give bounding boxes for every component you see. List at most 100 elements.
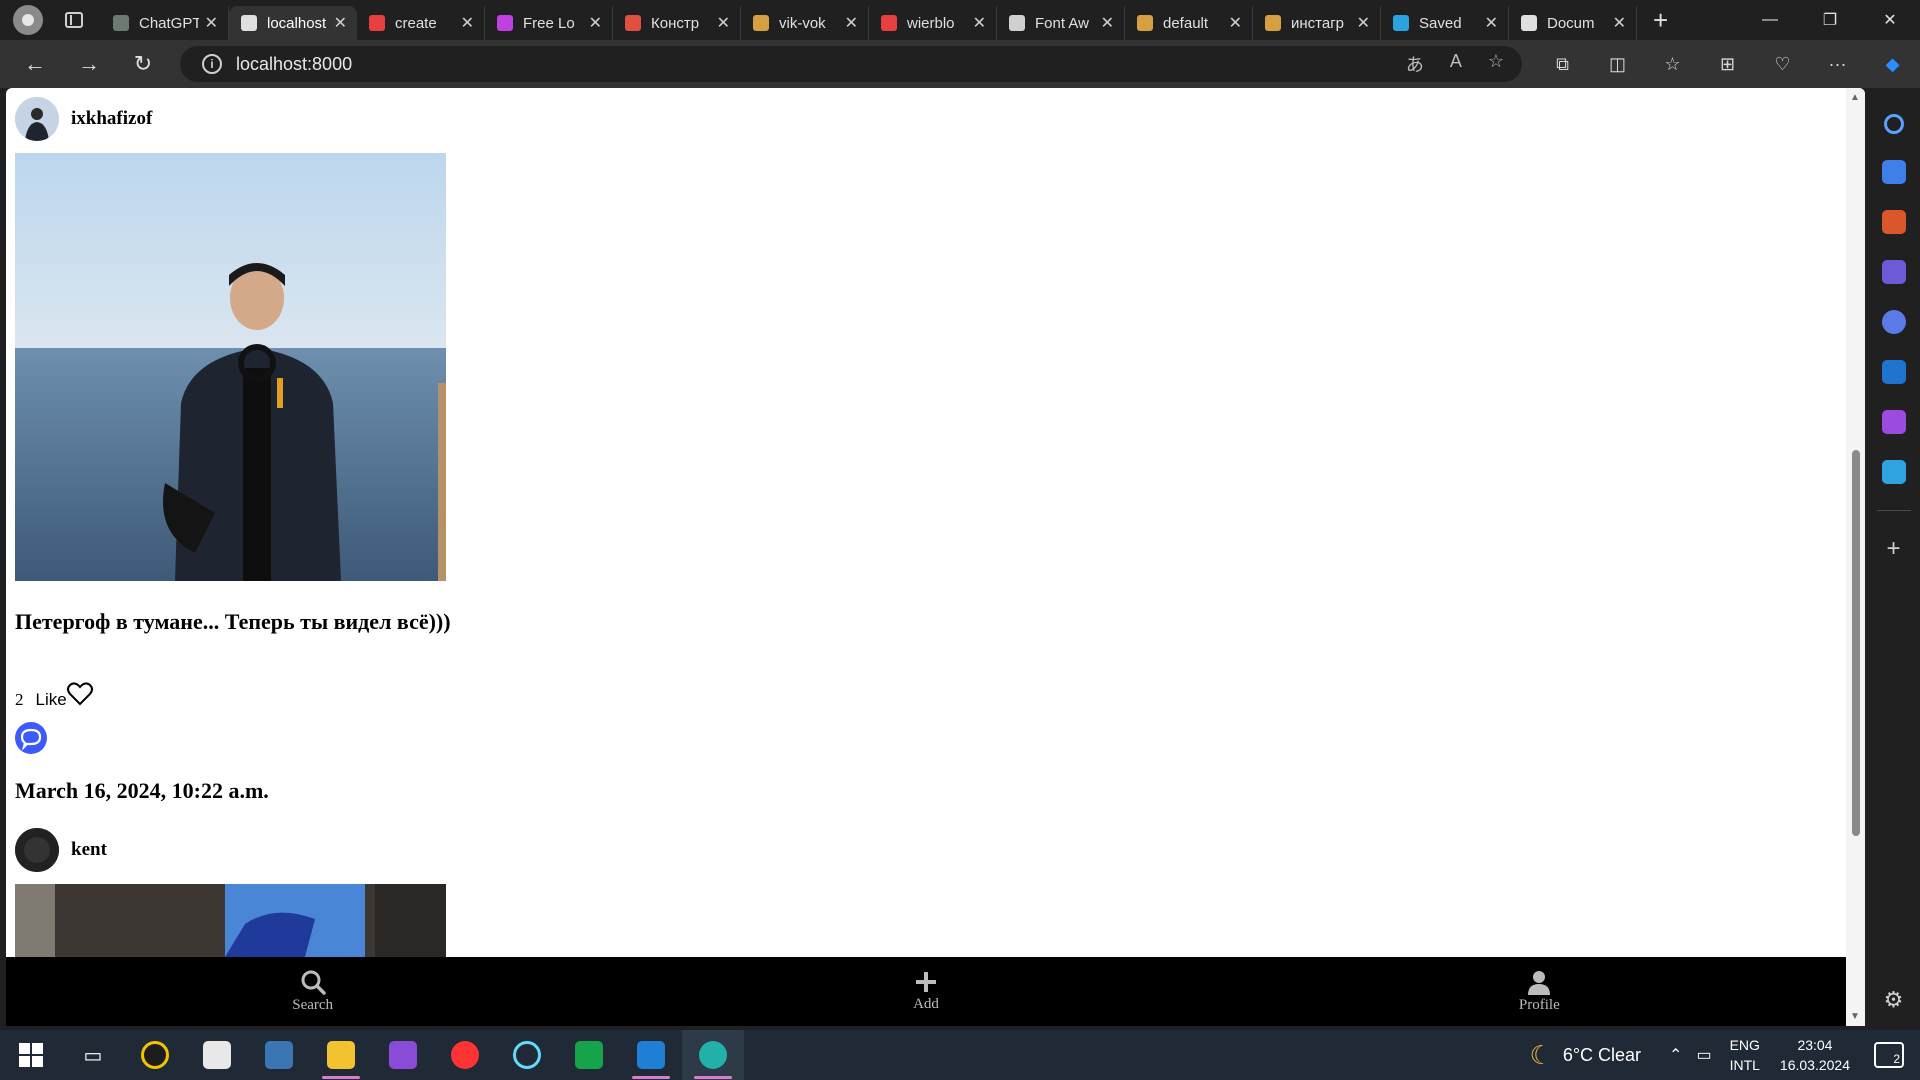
outlook-icon[interactable] bbox=[1881, 360, 1906, 384]
heart-icon[interactable] bbox=[66, 682, 93, 706]
settings-gear-icon[interactable]: ⚙ bbox=[1882, 988, 1906, 1012]
taskbar-app[interactable] bbox=[558, 1030, 620, 1080]
games-icon[interactable] bbox=[1881, 260, 1906, 284]
close-tab-icon[interactable]: ✕ bbox=[1613, 13, 1626, 33]
system-tray: ☾ 6°C Clear ⌃ ▭ ENG INTL 23:04 16.03.202… bbox=[1530, 1030, 1920, 1080]
nav-search[interactable]: Search bbox=[6, 957, 619, 1026]
nav-profile[interactable]: Profile bbox=[1233, 957, 1846, 1026]
taskbar-app[interactable] bbox=[372, 1030, 434, 1080]
scrollbar-thumb[interactable] bbox=[1852, 450, 1860, 836]
language-indicator[interactable]: ENG INTL bbox=[1730, 1035, 1760, 1075]
search-icon[interactable] bbox=[1883, 114, 1904, 134]
copilot-icon[interactable]: ◆ bbox=[1865, 54, 1920, 75]
browser-tab[interactable]: Saved ✕ bbox=[1381, 6, 1509, 40]
favorite-star-icon[interactable]: ☆ bbox=[1488, 51, 1504, 77]
browser-tab[interactable]: Free Lo ✕ bbox=[485, 6, 613, 40]
visual-studio-icon bbox=[389, 1041, 417, 1069]
browser-tab[interactable]: инстагр ✕ bbox=[1253, 6, 1381, 40]
tab-title: create bbox=[395, 14, 437, 32]
collections-icon[interactable]: ⊞ bbox=[1700, 54, 1755, 75]
taskbar-app[interactable] bbox=[310, 1030, 372, 1080]
taskbar-app[interactable] bbox=[248, 1030, 310, 1080]
close-tab-icon[interactable]: ✕ bbox=[845, 13, 858, 33]
task-view-button[interactable]: ▭ bbox=[62, 1030, 124, 1080]
browser-tab[interactable]: Констр ✕ bbox=[613, 6, 741, 40]
browser-tab[interactable]: Font Aw ✕ bbox=[997, 6, 1125, 40]
username[interactable]: kent bbox=[71, 839, 107, 861]
weather-text: 6°C Clear bbox=[1562, 1044, 1642, 1065]
browser-tab[interactable]: localhost ✕ bbox=[229, 6, 357, 40]
browser-essentials-icon[interactable]: ♡ bbox=[1755, 54, 1810, 75]
taskbar-app[interactable] bbox=[496, 1030, 558, 1080]
site-info-icon[interactable]: i bbox=[202, 54, 222, 74]
shopping-tag-icon[interactable] bbox=[1881, 160, 1906, 184]
browser-tab[interactable]: create ✕ bbox=[357, 6, 485, 40]
likes-row: 2 Like bbox=[15, 682, 93, 710]
scroll-down-icon[interactable]: ▼ bbox=[1850, 1011, 1860, 1022]
tab-favicon-icon bbox=[881, 15, 897, 31]
battery-icon[interactable]: ▭ bbox=[1696, 1045, 1711, 1065]
page-viewport: ixkhafizof Петергоф в тумане... Теперь т… bbox=[6, 88, 1865, 1026]
tab-actions-icon[interactable] bbox=[65, 12, 83, 28]
browser-tab[interactable]: ChatGPT ✕ bbox=[101, 6, 229, 40]
app-icon bbox=[141, 1041, 169, 1069]
close-tab-icon[interactable]: ✕ bbox=[334, 13, 347, 33]
browser-tab[interactable]: Docum ✕ bbox=[1509, 6, 1637, 40]
tab-title: ChatGPT bbox=[139, 14, 199, 32]
split-screen-icon[interactable]: ◫ bbox=[1590, 54, 1645, 75]
address-bar[interactable]: i localhost:8000 あ A ☆ bbox=[180, 46, 1522, 82]
drop-icon[interactable] bbox=[1881, 460, 1906, 484]
scroll-up-icon[interactable]: ▲ bbox=[1850, 92, 1860, 103]
favorites-icon[interactable]: ☆ bbox=[1645, 54, 1700, 75]
start-button[interactable] bbox=[0, 1030, 62, 1080]
weather-widget[interactable]: ☾ 6°C Clear bbox=[1530, 1040, 1642, 1071]
close-tab-icon[interactable]: ✕ bbox=[589, 13, 602, 33]
clock[interactable]: 23:04 16.03.2024 bbox=[1780, 1035, 1850, 1075]
avatar[interactable] bbox=[15, 97, 59, 141]
back-button[interactable]: ← bbox=[8, 51, 62, 77]
close-tab-icon[interactable]: ✕ bbox=[205, 13, 218, 33]
avatar[interactable] bbox=[15, 828, 59, 872]
browser-tab[interactable]: vik-vok ✕ bbox=[741, 6, 869, 40]
edge-sidebar: + ⚙ bbox=[1867, 88, 1920, 1026]
close-window-button[interactable]: ✕ bbox=[1860, 0, 1920, 40]
nav-add[interactable]: Add bbox=[619, 957, 1232, 1026]
microsoft-365-icon[interactable] bbox=[1881, 310, 1906, 334]
tab-title: Docum bbox=[1547, 14, 1595, 32]
close-tab-icon[interactable]: ✕ bbox=[1357, 13, 1370, 33]
comment-icon[interactable] bbox=[15, 722, 47, 754]
translate-icon[interactable]: あ bbox=[1406, 51, 1424, 77]
taskbar-app[interactable] bbox=[682, 1030, 744, 1080]
close-tab-icon[interactable]: ✕ bbox=[717, 13, 730, 33]
restore-button[interactable]: ❐ bbox=[1800, 0, 1860, 40]
reload-button[interactable]: ↻ bbox=[116, 51, 170, 77]
browser-tab[interactable]: default ✕ bbox=[1125, 6, 1253, 40]
likes-count: 2 bbox=[15, 690, 24, 709]
close-tab-icon[interactable]: ✕ bbox=[1485, 13, 1498, 33]
notifications-button[interactable]: 2 bbox=[1874, 1042, 1904, 1068]
minimize-button[interactable]: — bbox=[1740, 0, 1800, 40]
taskbar-app[interactable] bbox=[620, 1030, 682, 1080]
tab-title: vik-vok bbox=[779, 14, 826, 32]
add-sidebar-app-icon[interactable]: + bbox=[1882, 537, 1906, 561]
new-tab-button[interactable]: + bbox=[1653, 5, 1668, 36]
username[interactable]: ixkhafizof bbox=[71, 108, 152, 130]
tools-icon[interactable] bbox=[1881, 210, 1906, 234]
close-tab-icon[interactable]: ✕ bbox=[461, 13, 474, 33]
designer-icon[interactable] bbox=[1881, 410, 1906, 434]
taskbar-app[interactable] bbox=[124, 1030, 186, 1080]
forward-button[interactable]: → bbox=[62, 51, 116, 77]
profile-avatar-icon[interactable] bbox=[13, 5, 43, 35]
close-tab-icon[interactable]: ✕ bbox=[1101, 13, 1114, 33]
close-tab-icon[interactable]: ✕ bbox=[973, 13, 986, 33]
page-scrollbar[interactable]: ▲ ▼ bbox=[1846, 88, 1865, 1026]
extensions-icon[interactable]: ⧉ bbox=[1535, 54, 1590, 75]
chevron-up-icon[interactable]: ⌃ bbox=[1669, 1045, 1682, 1065]
taskbar-app[interactable] bbox=[434, 1030, 496, 1080]
more-menu-icon[interactable]: ··· bbox=[1810, 54, 1865, 75]
like-label[interactable]: Like bbox=[36, 690, 67, 710]
close-tab-icon[interactable]: ✕ bbox=[1229, 13, 1242, 33]
taskbar-app[interactable] bbox=[186, 1030, 248, 1080]
read-aloud-icon[interactable]: A bbox=[1450, 51, 1462, 77]
browser-tab[interactable]: wierblo ✕ bbox=[869, 6, 997, 40]
